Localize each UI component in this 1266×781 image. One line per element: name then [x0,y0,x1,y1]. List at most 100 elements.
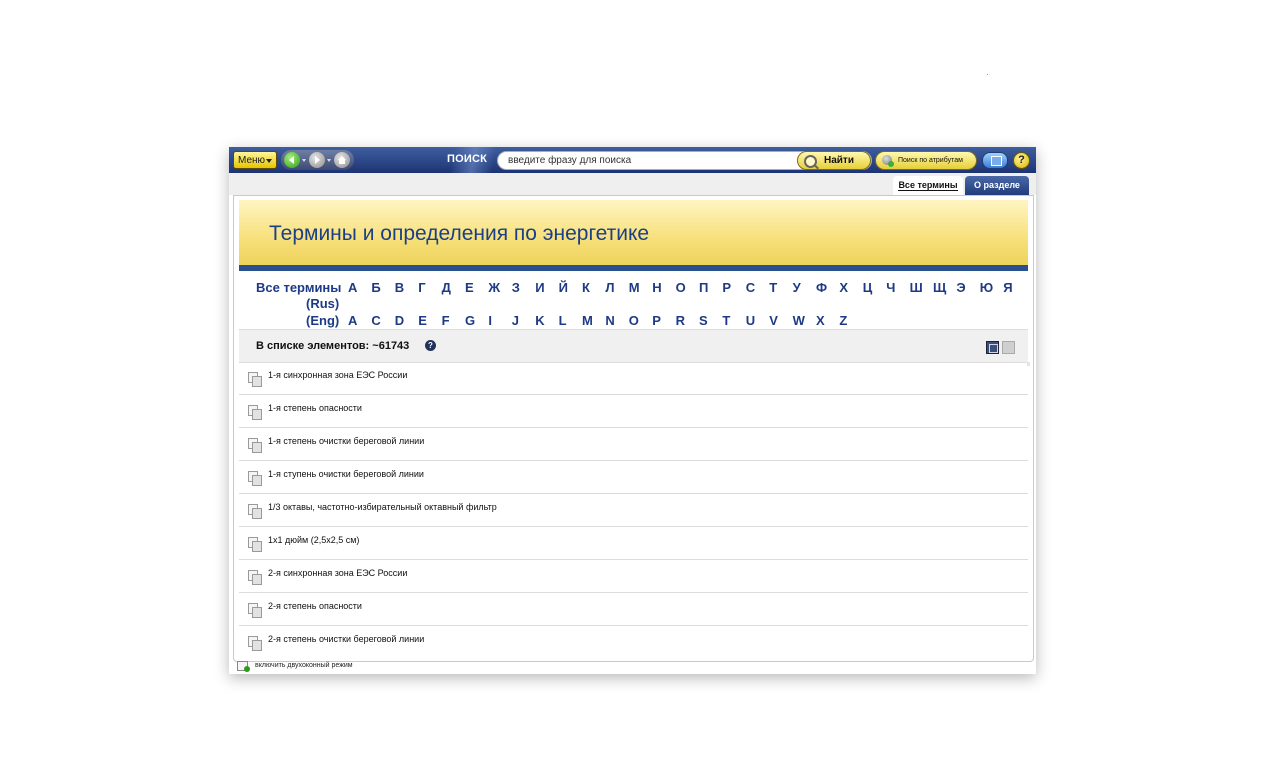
letter-link[interactable]: T [722,313,730,328]
tab-about-section[interactable]: О разделе [965,176,1029,195]
letter-link[interactable]: М [629,280,640,295]
letter-link[interactable]: U [746,313,755,328]
document-icon [248,636,262,651]
letter-link[interactable]: O [629,313,639,328]
list-item-label[interactable]: 1/3 октавы, частотно-избирательный октав… [268,502,497,512]
list-item[interactable]: 1-я ступень очистки береговой линии [239,461,1028,494]
list-item-label[interactable]: 1x1 дюйм (2,5x2,5 см) [268,535,359,545]
letter-link[interactable]: S [699,313,708,328]
back-history-dropdown-icon[interactable] [302,159,306,162]
letter-link[interactable]: О [676,280,686,295]
list-item[interactable]: 1-я синхронная зона ЕЭС России [239,362,1028,395]
list-item[interactable]: 2-я степень очистки береговой линии [239,626,1028,657]
letter-link[interactable]: Р [722,280,731,295]
list-item[interactable]: 1/3 октавы, частотно-избирательный октав… [239,494,1028,527]
letter-link[interactable]: Ю [980,280,993,295]
letter-link[interactable]: П [699,280,708,295]
letter-link[interactable]: Б [371,280,380,295]
letter-link[interactable]: Я [1003,280,1012,295]
letter-link[interactable]: Ш [910,280,923,295]
list-item[interactable]: 2-я степень опасности [239,593,1028,626]
letter-link[interactable]: Ф [816,280,827,295]
letter-link[interactable]: Й [559,280,568,295]
letter-link[interactable]: Л [605,280,614,295]
letter-link[interactable]: M [582,313,593,328]
letter-link[interactable]: У [793,280,801,295]
list-view-icon[interactable] [986,341,999,354]
list-item[interactable]: 2-я синхронная зона ЕЭС России [239,560,1028,593]
letter-link[interactable]: X [816,313,825,328]
list-item[interactable]: 1-я степень очистки береговой линии [239,428,1028,461]
letter-link[interactable]: Т [769,280,777,295]
letter-link[interactable]: Щ [933,280,946,295]
letter-link[interactable]: Ц [863,280,873,295]
letter-link[interactable]: V [769,313,778,328]
letter-link[interactable]: Э [956,280,965,295]
letter-link[interactable]: R [676,313,685,328]
element-count: В списке элементов: ~61743 [256,340,410,352]
dual-window-icon[interactable] [237,661,250,672]
list-item-label[interactable]: 1-я степень очистки береговой линии [268,436,424,446]
app-window: Меню ПОИСК введите фразу для поиска Найт… [229,147,1036,674]
letter-link[interactable]: G [465,313,475,328]
letter-link[interactable]: А [348,280,357,295]
letter-link[interactable]: J [512,313,519,328]
list-item-label[interactable]: 1-я синхронная зона ЕЭС России [268,370,407,380]
dual-window-toggle[interactable]: включить двухоконный режим [255,662,353,669]
letter-link[interactable]: Е [465,280,474,295]
letter-link[interactable]: З [512,280,520,295]
grid-view-icon[interactable] [1002,341,1015,354]
letter-link[interactable]: E [418,313,427,328]
header-divider [239,265,1028,271]
list-item[interactable]: 1x1 дюйм (2,5x2,5 см) [239,527,1028,560]
menu-button[interactable]: Меню [233,151,277,169]
letter-link[interactable]: Z [839,313,847,328]
letter-link[interactable]: И [535,280,544,295]
forward-history-dropdown-icon[interactable] [327,159,331,162]
document-icon [248,405,262,420]
letter-link[interactable]: P [652,313,661,328]
all-terms-link[interactable]: Все термины [256,280,341,295]
tab-all-terms-label: Все термины [898,180,958,191]
help-button[interactable]: ? [1013,152,1030,169]
letter-link[interactable]: K [535,313,544,328]
letter-link[interactable]: A [348,313,357,328]
find-button[interactable]: Найти [797,151,871,170]
letter-link[interactable]: Ж [488,280,500,295]
letter-link[interactable]: С [746,280,755,295]
menu-button-label: Меню [238,155,266,166]
letter-link[interactable]: Ч [886,280,895,295]
scrollbar[interactable] [1027,362,1030,366]
letter-link[interactable]: W [793,313,805,328]
list-item-label[interactable]: 1-я степень опасности [268,403,362,413]
letter-link[interactable]: I [488,313,492,328]
list-item-label[interactable]: 1-я ступень очистки береговой линии [268,469,424,479]
letter-link[interactable]: Х [839,280,848,295]
chevron-down-icon [266,159,272,163]
home-button[interactable] [334,152,350,168]
letter-link[interactable]: D [395,313,404,328]
forward-button[interactable] [309,152,325,168]
letter-link[interactable]: N [605,313,614,328]
letter-link[interactable]: Г [418,280,425,295]
letter-link[interactable]: Н [652,280,661,295]
document-icon [248,372,262,387]
letter-link[interactable]: В [395,280,404,295]
tab-all-terms[interactable]: Все термины [893,176,963,195]
list-item-label[interactable]: 2-я синхронная зона ЕЭС России [268,568,407,578]
back-button[interactable] [284,152,300,168]
window-mode-button[interactable] [982,152,1008,169]
list-item[interactable]: 1-я степень опасности [239,395,1028,428]
document-icon [248,471,262,486]
letter-link[interactable]: F [442,313,450,328]
attribute-search-button[interactable]: Поиск по атрибутам [875,151,977,170]
info-icon[interactable]: ? [425,340,436,351]
find-button-label: Найти [824,155,854,166]
letter-link[interactable]: К [582,280,590,295]
letter-link[interactable]: C [371,313,380,328]
letter-link[interactable]: L [559,313,567,328]
list-item-label[interactable]: 2-я степень очистки береговой линии [268,634,424,644]
letter-link[interactable]: Д [442,280,451,295]
tabs-row: Все термины О разделе [229,173,1036,195]
list-item-label[interactable]: 2-я степень опасности [268,601,362,611]
